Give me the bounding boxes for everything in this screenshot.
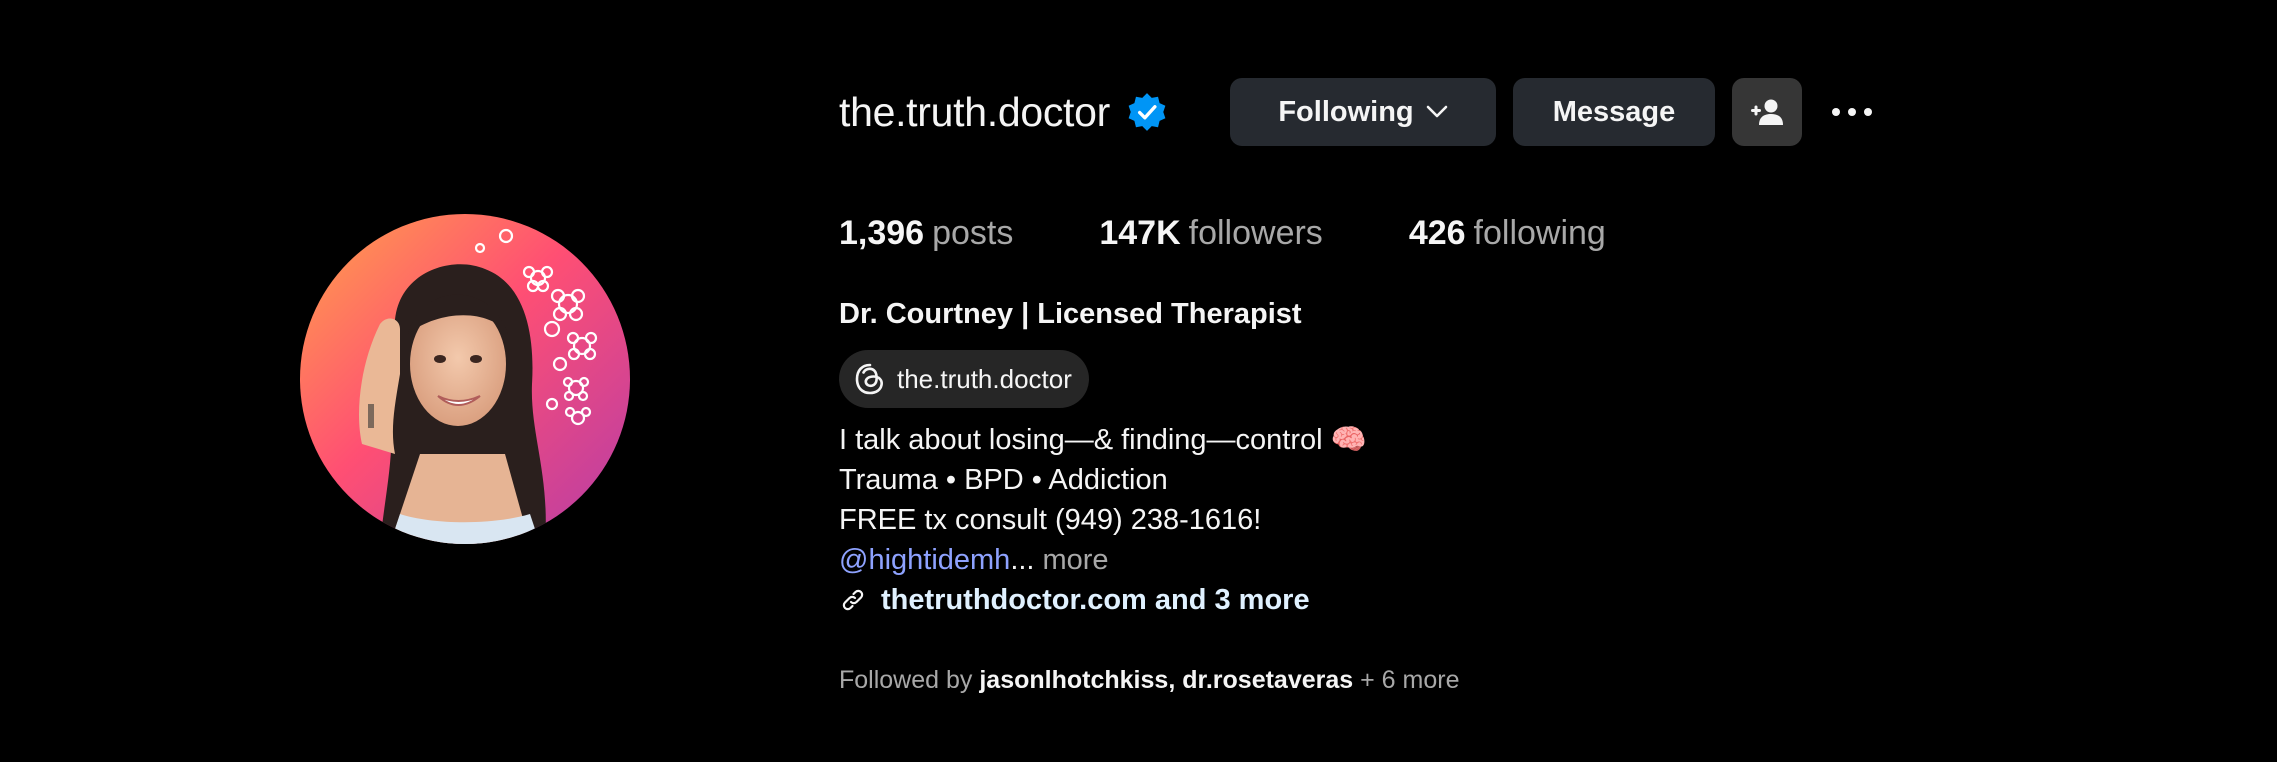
followed-by-prefix: Followed by bbox=[839, 666, 973, 694]
person-plus-icon bbox=[1750, 99, 1783, 125]
ellipsis-icon bbox=[1831, 108, 1840, 116]
chevron-down-icon bbox=[1426, 105, 1447, 118]
bio-line-3: FREE tx consult (949) 238-1616! bbox=[839, 504, 1262, 536]
bio-more-link[interactable]: more bbox=[1042, 544, 1108, 576]
profile-header: the.truth.doctor Following Message bbox=[839, 76, 1882, 148]
link-icon bbox=[842, 589, 864, 611]
followers-stat[interactable]: 147K followers bbox=[1099, 214, 1322, 253]
following-label: following bbox=[1473, 213, 1606, 252]
followed-by-user-2[interactable]: dr.rosetaveras bbox=[1182, 666, 1353, 694]
bio-mention-link[interactable]: @hightidemh bbox=[839, 544, 1010, 576]
threads-icon bbox=[855, 363, 883, 395]
profile-bio: I talk about losing—& finding—control 🧠 … bbox=[839, 420, 1367, 620]
posts-label: posts bbox=[932, 213, 1014, 252]
avatar-image bbox=[300, 214, 630, 544]
suggest-user-button[interactable] bbox=[1731, 78, 1802, 146]
followed-by-user-1[interactable]: jasonlhotchkiss bbox=[979, 666, 1168, 694]
message-button[interactable]: Message bbox=[1512, 78, 1715, 146]
bio-website-text: thetruthdoctor.com and 3 more bbox=[881, 584, 1310, 616]
profile-stats: 1,396 posts 147K followers 426 following bbox=[839, 210, 1692, 256]
profile-avatar[interactable] bbox=[300, 214, 630, 544]
bio-line-1: I talk about losing—& finding—control 🧠 bbox=[839, 424, 1367, 456]
following-stat[interactable]: 426 following bbox=[1409, 214, 1606, 253]
threads-handle: the.truth.doctor bbox=[897, 363, 1072, 394]
following-count: 426 bbox=[1408, 213, 1466, 252]
threads-link-pill[interactable]: the.truth.doctor bbox=[839, 350, 1089, 408]
posts-stat: 1,396 posts bbox=[839, 214, 1013, 253]
followers-label: followers bbox=[1188, 213, 1323, 252]
followed-by-more[interactable]: + 6 more bbox=[1360, 666, 1459, 694]
following-button[interactable]: Following bbox=[1229, 78, 1496, 146]
bio-line-4: @hightidemh... more bbox=[839, 540, 1367, 580]
bio-website-link[interactable]: thetruthdoctor.com and 3 more bbox=[839, 580, 1367, 620]
verified-badge-icon bbox=[1128, 93, 1166, 131]
followed-by-line[interactable]: Followed by jasonlhotchkiss, dr.rosetave… bbox=[839, 666, 1459, 695]
profile-full-name: Dr. Courtney | Licensed Therapist bbox=[839, 298, 1302, 330]
followed-by-separator: , bbox=[1168, 666, 1176, 694]
more-options-button[interactable] bbox=[1822, 108, 1882, 116]
posts-count: 1,396 bbox=[839, 213, 925, 252]
followers-count: 147K bbox=[1099, 213, 1181, 252]
bio-ellipsis: ... bbox=[1010, 544, 1035, 576]
profile-username: the.truth.doctor bbox=[839, 88, 1110, 135]
following-button-label: Following bbox=[1278, 95, 1414, 128]
bio-line-2: Trauma • BPD • Addiction bbox=[839, 464, 1168, 496]
message-button-label: Message bbox=[1552, 95, 1676, 128]
